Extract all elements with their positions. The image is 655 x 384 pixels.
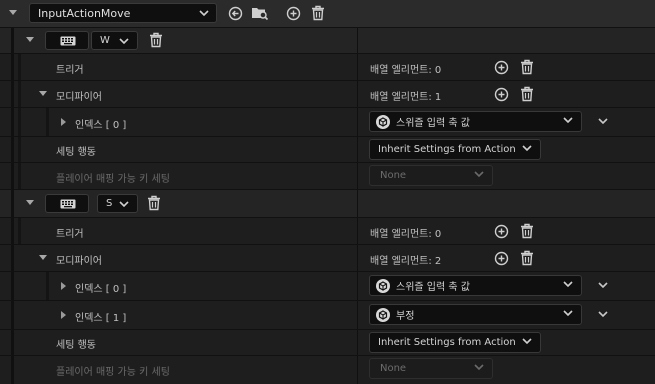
plus-circle-icon[interactable]	[286, 6, 301, 21]
modifier-type-combo[interactable]: 스위즐 입력 축 값	[369, 111, 582, 132]
chevron-down-icon[interactable]	[598, 282, 608, 289]
row-separator	[0, 53, 655, 54]
modifier-value: 배열 엘리먼트: 1	[370, 92, 442, 103]
player-mappable-combo: None	[369, 165, 493, 186]
chevron-down-icon	[199, 10, 209, 17]
indent-rail	[46, 108, 49, 136]
row-separator	[0, 107, 655, 108]
row-separator	[0, 136, 655, 137]
key-selector-button[interactable]	[45, 194, 89, 213]
chevron-right-icon[interactable]	[61, 282, 66, 290]
trigger-label: 트리거	[56, 229, 84, 240]
action-combo[interactable]: InputActionMove	[29, 3, 217, 23]
chevron-down-icon[interactable]	[26, 37, 34, 42]
chevron-down-icon	[474, 363, 484, 371]
chevron-down-icon[interactable]	[39, 91, 47, 96]
plus-circle-icon[interactable]	[494, 60, 509, 75]
folder-search-icon[interactable]	[251, 5, 269, 21]
chevron-down-icon[interactable]	[9, 10, 17, 15]
row-separator	[0, 217, 655, 218]
chevron-down-icon	[119, 201, 129, 208]
column-divider[interactable]	[357, 28, 358, 384]
index-label: 인덱스 [ 1 ]	[75, 313, 127, 324]
indent-rail	[18, 54, 21, 190]
plus-circle-icon[interactable]	[494, 251, 509, 266]
keyboard-icon	[60, 199, 76, 209]
modifier-icon	[376, 307, 390, 322]
setting-behavior-value: Inherit Settings from Action	[378, 144, 516, 155]
action-name: InputActionMove	[38, 6, 131, 20]
indent-rail	[11, 28, 14, 384]
trash-icon[interactable]	[520, 86, 534, 102]
chevron-down-icon[interactable]	[598, 118, 608, 125]
trash-icon[interactable]	[520, 59, 534, 75]
setting-behavior-combo[interactable]: Inherit Settings from Action	[369, 139, 541, 160]
player-mappable-label: 플레이어 매핑 가능 키 세팅	[56, 367, 170, 378]
chevron-down-icon	[563, 280, 573, 288]
modifier-type-combo[interactable]: 부정	[369, 304, 582, 325]
chevron-down-icon	[119, 38, 129, 45]
modifier-type-value: 스위즐 입력 축 값	[396, 282, 470, 293]
modifier-type-value: 스위즐 입력 축 값	[396, 118, 470, 129]
plus-circle-icon[interactable]	[494, 87, 509, 102]
key-combo[interactable]: S	[97, 194, 138, 213]
index-label: 인덱스 [ 0 ]	[75, 284, 127, 295]
setting-behavior-combo[interactable]: Inherit Settings from Action	[369, 332, 541, 353]
plus-circle-icon[interactable]	[494, 224, 509, 239]
key-combo[interactable]: W	[91, 31, 138, 50]
trash-icon[interactable]	[520, 223, 534, 239]
trigger-label: 트리거	[56, 65, 84, 76]
chevron-down-icon[interactable]	[39, 255, 47, 260]
trigger-value: 배열 엘리먼트: 0	[370, 229, 442, 240]
setting-row	[0, 330, 655, 355]
chevron-down-icon	[522, 337, 532, 345]
modifier-type-value: 부정	[396, 311, 415, 322]
trigger-value: 배열 엘리먼트: 0	[370, 65, 442, 76]
arrow-left-circle-icon[interactable]	[228, 6, 243, 21]
chevron-right-icon[interactable]	[61, 118, 66, 126]
key-label: S	[106, 198, 113, 209]
keyboard-icon	[60, 36, 76, 46]
setting-label: 세팅 행동	[56, 147, 96, 158]
chevron-down-icon[interactable]	[598, 311, 608, 318]
trash-icon[interactable]	[311, 5, 325, 21]
setting-row	[0, 137, 655, 162]
row-separator	[0, 271, 655, 272]
modifier-value: 배열 엘리먼트: 2	[370, 256, 442, 267]
trigger-row	[0, 218, 655, 244]
row-separator	[0, 80, 655, 81]
modifier-type-combo[interactable]: 스위즐 입력 축 값	[369, 275, 582, 296]
row-separator	[0, 329, 655, 330]
player-mappable-combo: None	[369, 358, 493, 379]
input-mapping-panel: InputActionMove W 트리거 배열 엘리먼트: 0 모디파이어 배…	[0, 0, 655, 384]
chevron-down-icon	[563, 116, 573, 124]
row-separator	[0, 355, 655, 356]
chevron-down-icon[interactable]	[26, 200, 34, 205]
setting-behavior-value: Inherit Settings from Action	[378, 337, 516, 348]
chevron-down-icon	[522, 144, 532, 152]
modifier-icon	[376, 114, 390, 129]
chevron-down-icon	[474, 170, 484, 178]
modifier-label: 모디파이어	[56, 92, 102, 103]
modifier-icon	[376, 278, 390, 293]
setting-label: 세팅 행동	[56, 340, 96, 351]
row-separator	[0, 244, 655, 245]
trash-icon[interactable]	[149, 32, 163, 48]
player-mappable-value: None	[380, 170, 407, 181]
trash-icon[interactable]	[520, 250, 534, 266]
key-label: W	[100, 35, 110, 46]
chevron-right-icon[interactable]	[61, 311, 66, 319]
player-mappable-label: 플레이어 매핑 가능 키 세팅	[56, 174, 170, 185]
player-mappable-value: None	[380, 363, 407, 374]
index-label: 인덱스 [ 0 ]	[75, 120, 127, 131]
modifier-label: 모디파이어	[56, 256, 102, 267]
chevron-down-icon	[563, 309, 573, 317]
row-separator	[0, 300, 655, 301]
key-selector-button[interactable]	[45, 31, 89, 50]
trash-icon[interactable]	[147, 195, 161, 211]
trigger-row	[0, 54, 655, 80]
row-separator	[0, 27, 655, 28]
row-separator	[0, 162, 655, 163]
row-separator	[0, 189, 655, 190]
